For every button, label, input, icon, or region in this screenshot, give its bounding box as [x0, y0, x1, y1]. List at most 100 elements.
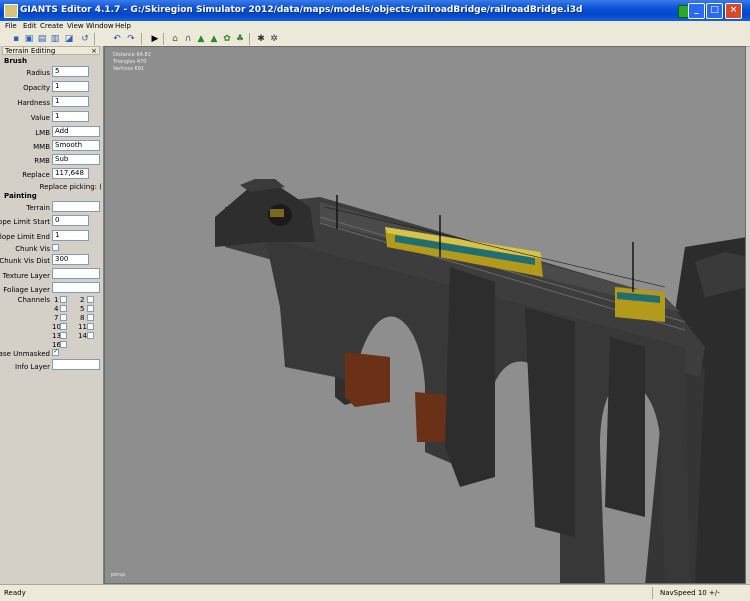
slope-limit-start-field[interactable]: 0: [52, 215, 89, 226]
panel-header-title: Terrain Editing: [5, 47, 56, 55]
hardness-field[interactable]: 1: [52, 96, 89, 107]
painting-section-title: Painting: [4, 192, 37, 200]
channel-label: 1: [54, 296, 59, 304]
menu-window[interactable]: Window: [86, 21, 114, 32]
channel-2-checkbox[interactable]: [87, 296, 94, 303]
channel-14-checkbox[interactable]: [87, 332, 94, 339]
play-icon[interactable]: ▶: [150, 34, 160, 44]
foliage-layer-field[interactable]: [52, 282, 100, 293]
title-bar: GIANTS Editor 4.1.7 - G:/Skiregion Simul…: [0, 0, 750, 21]
status-text: Ready: [4, 589, 26, 597]
channel-10-checkbox[interactable]: [60, 323, 67, 330]
foliage-icon[interactable]: ✿: [222, 34, 232, 44]
channel-13-checkbox[interactable]: [60, 332, 67, 339]
toolbar-separator: [94, 33, 95, 45]
menu-bar: File Edit Create View Window Help: [0, 21, 750, 32]
channel-label: 2: [80, 296, 85, 304]
channel-label: 11: [78, 323, 87, 331]
channel-11-checkbox[interactable]: [87, 323, 94, 330]
rotate-icon[interactable]: ↺: [80, 34, 90, 44]
toolbar-separator: [249, 33, 250, 45]
save-as-icon[interactable]: ▥: [50, 34, 60, 44]
undo-icon[interactable]: ↶: [112, 34, 122, 44]
distance-stat: Distance 64.82: [113, 52, 151, 58]
radius-label: Radius: [26, 69, 50, 77]
save-icon[interactable]: ▤: [37, 34, 47, 44]
scene-render: [215, 179, 745, 583]
toolbar-separator: [163, 33, 164, 45]
gear-icon[interactable]: ✱: [256, 34, 266, 44]
channel-5-checkbox[interactable]: [87, 305, 94, 312]
texture-layer-field[interactable]: [52, 268, 100, 279]
replace-label: Replace: [22, 171, 50, 179]
import-icon[interactable]: ◪: [64, 34, 74, 44]
value-field[interactable]: 1: [52, 111, 89, 122]
tree-icon[interactable]: ♣: [235, 34, 245, 44]
channel-7-checkbox[interactable]: [60, 314, 67, 321]
maximize-button[interactable]: □: [706, 3, 723, 19]
slope-limit-end-field[interactable]: 1: [52, 230, 89, 241]
close-button[interactable]: ×: [725, 3, 742, 19]
status-divider: [652, 587, 653, 599]
radius-field[interactable]: 5: [52, 66, 89, 77]
erase-unmasked-checkbox[interactable]: [52, 347, 59, 356]
info-layer-label: Info Layer: [15, 363, 50, 371]
channel-8-checkbox[interactable]: [87, 314, 94, 321]
menu-file[interactable]: File: [5, 21, 17, 32]
camera-name: persp: [111, 572, 126, 578]
channel-label: 14: [78, 332, 87, 340]
chunk-vis-label: Chunk Vis: [15, 245, 50, 253]
terrain-field[interactable]: [52, 201, 100, 212]
texture-layer-label: Texture Layer: [2, 272, 50, 280]
paint-icon[interactable]: ▲: [209, 34, 219, 44]
replace-field[interactable]: 117,648: [52, 168, 89, 179]
brush-section-title: Brush: [4, 57, 27, 65]
value-label: Value: [30, 114, 50, 122]
lmb-field[interactable]: Add: [52, 126, 100, 137]
terrain-editing-panel: Terrain Editing × Brush Radius 5 Opacity…: [0, 46, 104, 584]
channel-label: 8: [80, 314, 85, 322]
vertices-stat: Vertices 691: [113, 66, 145, 72]
chunk-vis-checkbox[interactable]: [52, 244, 59, 251]
foliage-layer-label: Foliage Layer: [3, 286, 50, 294]
erase-unmasked-label: Erase Unmasked: [0, 350, 50, 358]
channel-label: 4: [54, 305, 59, 313]
new-icon[interactable]: ▪: [11, 34, 21, 44]
menu-edit[interactable]: Edit: [23, 21, 37, 32]
menu-help[interactable]: Help: [115, 21, 131, 32]
open-icon[interactable]: ▣: [24, 34, 34, 44]
hardness-label: Hardness: [17, 99, 50, 107]
channel-1-checkbox[interactable]: [60, 296, 67, 303]
opacity-field[interactable]: 1: [52, 81, 89, 92]
home-icon[interactable]: ⌂: [170, 34, 180, 44]
panel-header: Terrain Editing ×: [2, 46, 100, 55]
lmb-label: LMB: [35, 129, 50, 137]
toolbar-separator: [141, 33, 142, 45]
terrain-icon[interactable]: ▲: [196, 34, 206, 44]
opacity-label: Opacity: [23, 84, 50, 92]
chunk-vis-dist-field[interactable]: 300: [52, 254, 89, 265]
rmb-field[interactable]: Sub: [52, 154, 100, 165]
info-layer-field[interactable]: [52, 359, 100, 370]
panel-close-icon[interactable]: ×: [91, 47, 97, 56]
mmb-label: MMB: [33, 143, 50, 151]
settings-icon[interactable]: ✲: [269, 34, 279, 44]
slope-limit-start-label: Slope Limit Start: [0, 218, 50, 226]
rmb-label: RMB: [34, 157, 50, 165]
navspeed-control[interactable]: NavSpeed 10 +/-: [660, 589, 720, 597]
window-title: GIANTS Editor 4.1.7 - G:/Skiregion Simul…: [20, 5, 583, 15]
status-bar: Ready NavSpeed 10 +/-: [0, 584, 750, 601]
channel-16-checkbox[interactable]: [60, 341, 67, 348]
mmb-field[interactable]: Smooth: [52, 140, 100, 151]
viewport-stats: Distance 64.82 Triangles 470 Vertices 69…: [113, 52, 151, 73]
slope-limit-end-label: Slope Limit End: [0, 233, 50, 241]
app-icon: [4, 4, 18, 18]
menu-view[interactable]: View: [67, 21, 84, 32]
transform-icon[interactable]: ∩: [183, 34, 193, 44]
channel-4-checkbox[interactable]: [60, 305, 67, 312]
3d-viewport[interactable]: Distance 64.82 Triangles 470 Vertices 69…: [104, 46, 746, 584]
redo-icon[interactable]: ↷: [126, 34, 136, 44]
channel-label: 7: [54, 314, 59, 322]
menu-create[interactable]: Create: [40, 21, 63, 32]
minimize-button[interactable]: _: [688, 3, 705, 19]
